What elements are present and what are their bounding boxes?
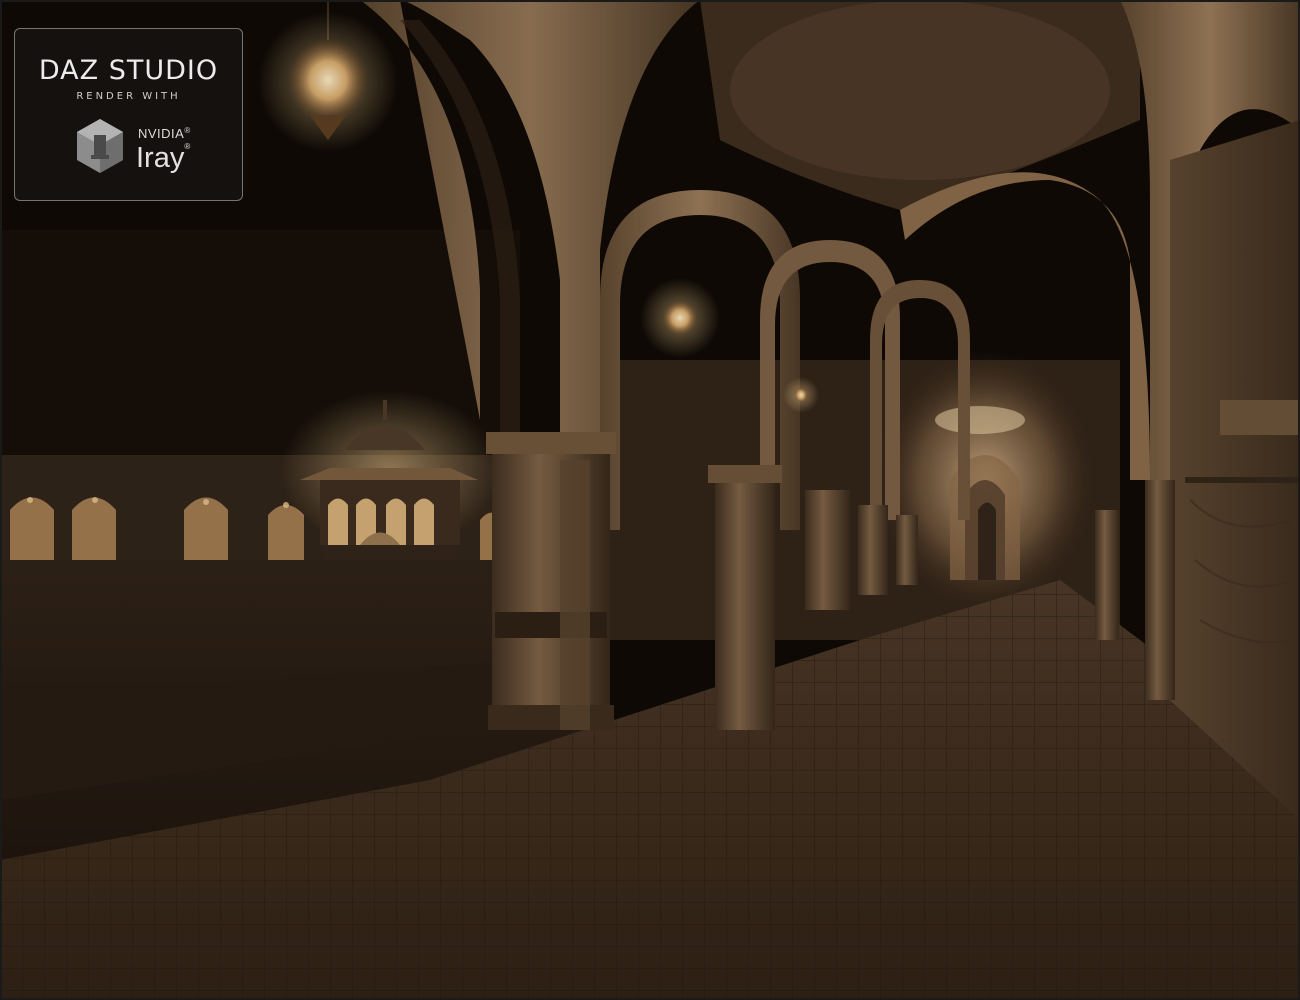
vendor-name: NVIDIA®: [138, 126, 191, 141]
render-badge: DAZ STUDIO RENDER WITH NVIDIA® Iray®: [14, 28, 243, 201]
product-name: Iray®: [136, 142, 191, 174]
render-image: DAZ STUDIO RENDER WITH NVIDIA® Iray®: [0, 0, 1300, 1000]
iray-cube-icon: [77, 119, 123, 173]
brand-name: DAZ STUDIO: [38, 55, 219, 86]
render-with-caption: RENDER WITH: [76, 91, 181, 102]
